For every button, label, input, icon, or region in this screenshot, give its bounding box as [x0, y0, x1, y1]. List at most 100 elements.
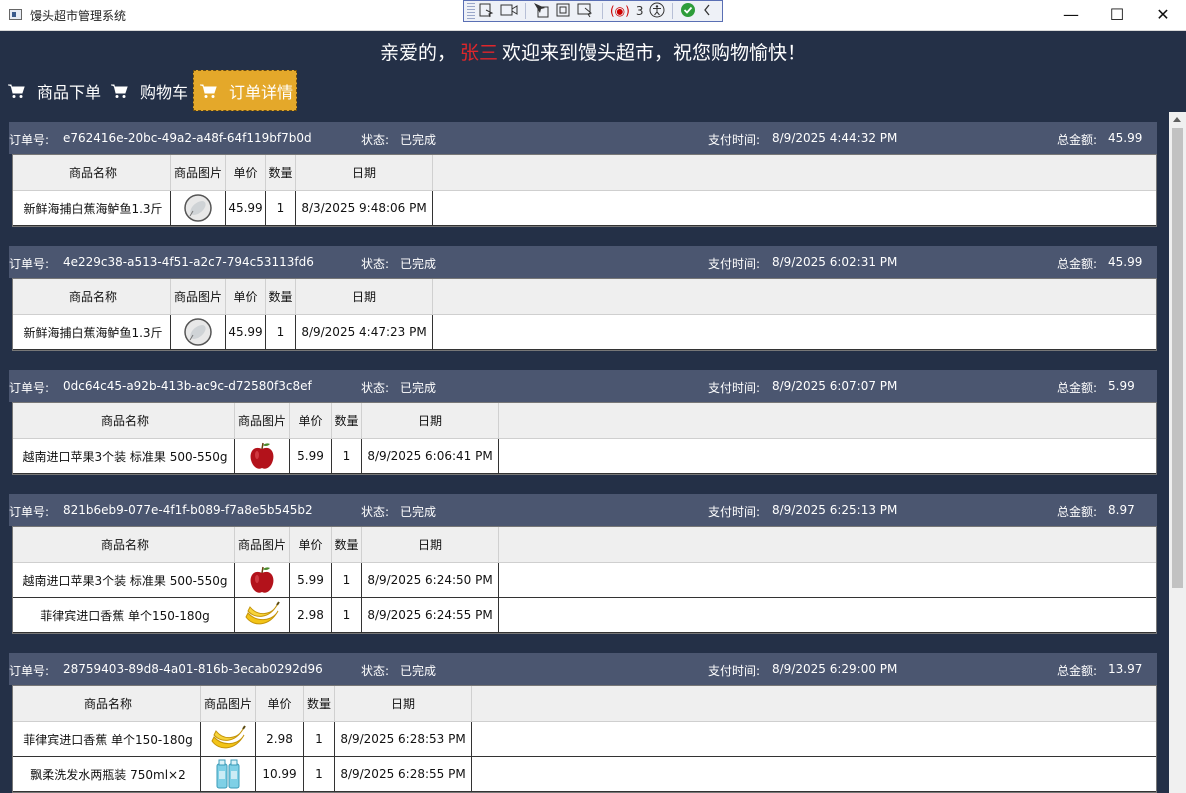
- binding-failures-icon[interactable]: (◉): [610, 4, 630, 18]
- product-date: 8/9/2025 6:24:55 PM: [362, 598, 499, 632]
- select-element-icon[interactable]: [478, 2, 494, 21]
- product-price: 45.99: [226, 191, 266, 225]
- column-header: 日期: [362, 527, 499, 562]
- close-button[interactable]: ✕: [1140, 0, 1186, 30]
- order-items-table: 商品名称 商品图片 单价 数量 日期 越南进口苹果3个装 标准果 500-550g 5.99…: [12, 526, 1157, 634]
- nav-item-order-details[interactable]: 订单详情: [193, 70, 297, 111]
- product-price: 5.99: [290, 439, 332, 473]
- column-header: 日期: [296, 155, 433, 190]
- minimize-button[interactable]: —: [1048, 0, 1094, 30]
- table-row[interactable]: 菲律宾进口香蕉 单个150-180g 2.98 1 8/9/2025 6:24:55 …: [13, 598, 1156, 633]
- nav-item-label: 购物车: [140, 82, 189, 102]
- track-focus-icon[interactable]: [577, 2, 595, 21]
- total-label: 总金额:: [1057, 257, 1098, 271]
- order-header: 订单号: 28759403-89d8-4a01-816b-3ecab0292d96…: [9, 653, 1157, 685]
- product-date: 8/9/2025 6:06:41 PM: [362, 439, 499, 473]
- nav-item-order[interactable]: 商品下单: [7, 70, 103, 111]
- column-header: 数量: [332, 527, 362, 562]
- greeting-suffix: 欢迎来到馒头超市，祝您购物愉快！: [502, 42, 807, 64]
- product-name: 菲律宾进口香蕉 单个150-180g: [16, 598, 235, 632]
- record-icon[interactable]: [500, 3, 518, 20]
- order-id-label: 订单号:: [9, 381, 50, 395]
- greeting-banner: 亲爱的， 张三 欢迎来到馒头超市，祝您购物愉快！: [0, 38, 1186, 65]
- table-header-row: 商品名称 商品图片 单价 数量 日期: [13, 686, 1156, 722]
- table-row[interactable]: 新鲜海捕白蕉海鲈鱼1.3斤 45.99 1 8/3/2025 9:48:06 PM: [13, 191, 1156, 226]
- table-row[interactable]: 越南进口苹果3个装 标准果 500-550g 5.99 1 8/9/2025 6:24…: [13, 563, 1156, 598]
- order-items-table: 商品名称 商品图片 单价 数量 日期 新鲜海捕白蕉海鲈鱼1.3斤 45.99 1 8/3/202…: [12, 154, 1157, 227]
- product-qty: 1: [304, 757, 335, 791]
- order-items-table: 商品名称 商品图片 单价 数量 日期 新鲜海捕白蕉海鲈鱼1.3斤 45.99 1 8/9/202…: [12, 278, 1157, 351]
- table-row[interactable]: 越南进口苹果3个装 标准果 500-550g 5.99 1 8/9/2025 6:06…: [13, 439, 1156, 474]
- total-label: 总金额:: [1057, 505, 1098, 519]
- paid-time-label: 支付时间:: [708, 257, 761, 271]
- table-row[interactable]: 飘柔洗发水两瓶装 750ml×2 10.99 1 8/9/2025 6:28:55 P…: [13, 757, 1156, 792]
- total-value: 45.99: [1108, 255, 1143, 269]
- product-price: 5.99: [290, 563, 332, 597]
- table-row[interactable]: 新鲜海捕白蕉海鲈鱼1.3斤 45.99 1 8/9/2025 4:47:23 PM: [13, 315, 1156, 350]
- product-name: 新鲜海捕白蕉海鲈鱼1.3斤: [16, 191, 171, 225]
- column-header: 日期: [362, 403, 499, 438]
- nav-item-label: 订单详情: [229, 82, 294, 102]
- product-date: 8/9/2025 6:28:53 PM: [335, 722, 472, 756]
- fish-image: [171, 315, 226, 349]
- scroll-up-icon[interactable]: [1173, 117, 1181, 122]
- order-id-value: 4e229c38-a513-4f51-a2c7-794c53113fd6: [63, 255, 314, 269]
- order-items-table: 商品名称 商品图片 单价 数量 日期 越南进口苹果3个装 标准果 500-550g 5.99…: [12, 402, 1157, 475]
- status-value: 已完成: [400, 257, 437, 271]
- order-id-value: 28759403-89d8-4a01-816b-3ecab0292d96: [63, 662, 323, 676]
- column-header: 商品名称: [16, 527, 235, 562]
- table-row[interactable]: 菲律宾进口香蕉 单个150-180g 2.98 1 8/9/2025 6:28:53 …: [13, 722, 1156, 757]
- order-header: 订单号: 821b6eb9-077e-4f1f-b089-f7a8e5b545b2…: [9, 494, 1157, 526]
- total-label: 总金额:: [1057, 381, 1098, 395]
- table-header-row: 商品名称 商品图片 单价 数量 日期: [13, 527, 1156, 563]
- layout-icon[interactable]: [555, 2, 571, 21]
- product-qty: 1: [266, 191, 296, 225]
- table-header-row: 商品名称 商品图片 单价 数量 日期: [13, 279, 1156, 315]
- paid-time-label: 支付时间:: [708, 505, 761, 519]
- total-value: 5.99: [1108, 379, 1135, 393]
- shampoo-image: [201, 757, 256, 791]
- collapse-icon[interactable]: [702, 3, 712, 20]
- check-icon[interactable]: [680, 2, 696, 21]
- total-value: 8.97: [1108, 503, 1135, 517]
- vertical-scrollbar[interactable]: [1169, 112, 1186, 793]
- pointer-icon[interactable]: [533, 2, 549, 21]
- column-header: 单价: [226, 279, 266, 314]
- column-header: 单价: [226, 155, 266, 190]
- order-list[interactable]: 订单号: e762416e-20bc-49a2-a48f-64f119bf7b0d…: [9, 112, 1169, 793]
- fish-image: [171, 191, 226, 225]
- order-header: 订单号: e762416e-20bc-49a2-a48f-64f119bf7b0d…: [9, 122, 1157, 154]
- nav-item-cart[interactable]: 购物车: [110, 70, 192, 111]
- column-header: 商品名称: [16, 155, 171, 190]
- nav-item-label: 商品下单: [37, 82, 102, 102]
- paid-time-value: 8/9/2025 6:25:13 PM: [772, 503, 898, 517]
- status-value: 已完成: [400, 505, 437, 519]
- column-header: 商品名称: [16, 279, 171, 314]
- apple-image: [235, 439, 290, 473]
- column-header: 数量: [266, 279, 296, 314]
- status-label: 状态:: [361, 505, 390, 519]
- product-date: 8/3/2025 9:48:06 PM: [296, 191, 433, 225]
- toolbar-grip-icon[interactable]: [467, 3, 475, 19]
- binding-failures-count: 3: [635, 4, 644, 18]
- paid-time-value: 8/9/2025 6:29:00 PM: [772, 662, 898, 676]
- total-value: 13.97: [1108, 662, 1143, 676]
- status-label: 状态:: [361, 664, 390, 678]
- paid-time-value: 8/9/2025 6:02:31 PM: [772, 255, 898, 269]
- order-id-label: 订单号:: [9, 133, 50, 147]
- paid-time-label: 支付时间:: [708, 133, 761, 147]
- order-items-table: 商品名称 商品图片 单价 数量 日期 菲律宾进口香蕉 单个150-180g 2.98 1 8/9…: [12, 685, 1157, 793]
- column-header: 商品名称: [16, 403, 235, 438]
- accessibility-icon[interactable]: [649, 2, 665, 21]
- product-price: 2.98: [256, 722, 304, 756]
- status-label: 状态:: [361, 257, 390, 271]
- paid-time-value: 8/9/2025 4:44:32 PM: [772, 131, 898, 145]
- product-qty: 1: [332, 563, 362, 597]
- total-value: 45.99: [1108, 131, 1143, 145]
- total-label: 总金额:: [1057, 664, 1098, 678]
- product-name: 菲律宾进口香蕉 单个150-180g: [16, 722, 201, 756]
- order-id-label: 订单号:: [9, 257, 50, 271]
- scrollbar-thumb[interactable]: [1172, 128, 1183, 588]
- column-header: 日期: [335, 686, 472, 721]
- maximize-button[interactable]: ☐: [1094, 0, 1140, 30]
